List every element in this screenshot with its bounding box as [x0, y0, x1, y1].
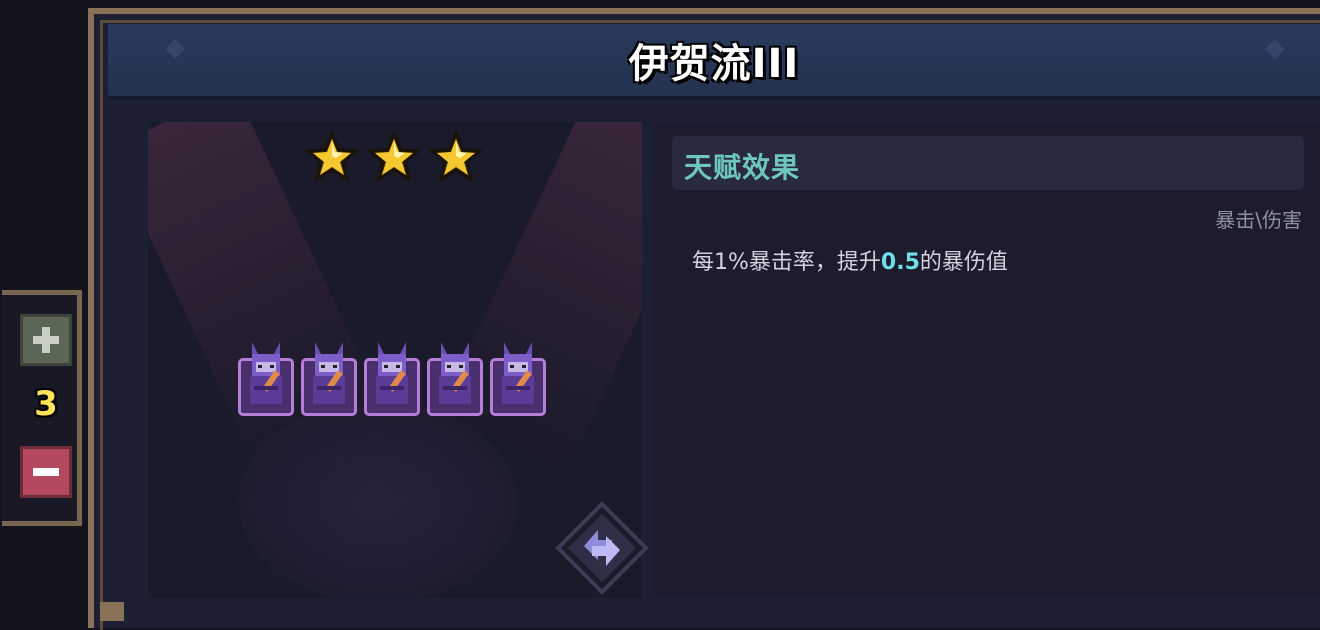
unit-slot[interactable] [427, 340, 483, 416]
minus-icon [33, 468, 59, 476]
title-bar: 伊贺流III [108, 24, 1320, 100]
unit-slot[interactable] [238, 340, 294, 416]
refresh-swap-icon [555, 501, 649, 595]
plus-icon [33, 327, 59, 353]
unit-slot[interactable] [301, 340, 357, 416]
star-icon [304, 130, 360, 183]
unit-row [238, 340, 546, 416]
talent-desc-value: 0.5 [880, 250, 920, 275]
star-icon [428, 130, 484, 183]
talent-category-tag: 暴击\伤害 [1215, 208, 1302, 232]
purple-ninja-unit-icon [502, 342, 534, 404]
unit-slot[interactable] [490, 340, 546, 416]
increase-button[interactable] [20, 314, 72, 366]
star-rating [304, 130, 484, 183]
counter-value: 3 [34, 384, 58, 424]
star-icon [366, 130, 422, 183]
unit-slot[interactable] [364, 340, 420, 416]
floor-glow [238, 402, 518, 598]
purple-ninja-unit-icon [439, 342, 471, 404]
talent-panel [654, 122, 1320, 598]
purple-ninja-unit-icon [313, 342, 345, 404]
talent-desc-prefix: 每1%暴击率，提升 [692, 250, 881, 275]
purple-ninja-unit-icon [250, 342, 282, 404]
talent-desc-suffix: 的暴伤值 [919, 250, 1008, 275]
purple-ninja-unit-icon [376, 342, 408, 404]
refresh-button[interactable] [554, 500, 650, 596]
talent-header-label: 天赋效果 [684, 151, 801, 184]
frame-corner [100, 602, 124, 621]
page-title: 伊贺流III [628, 41, 800, 87]
talent-description: 每1%暴击率，提升0.5的暴伤值 [692, 244, 1008, 276]
decrease-button[interactable] [20, 446, 72, 498]
